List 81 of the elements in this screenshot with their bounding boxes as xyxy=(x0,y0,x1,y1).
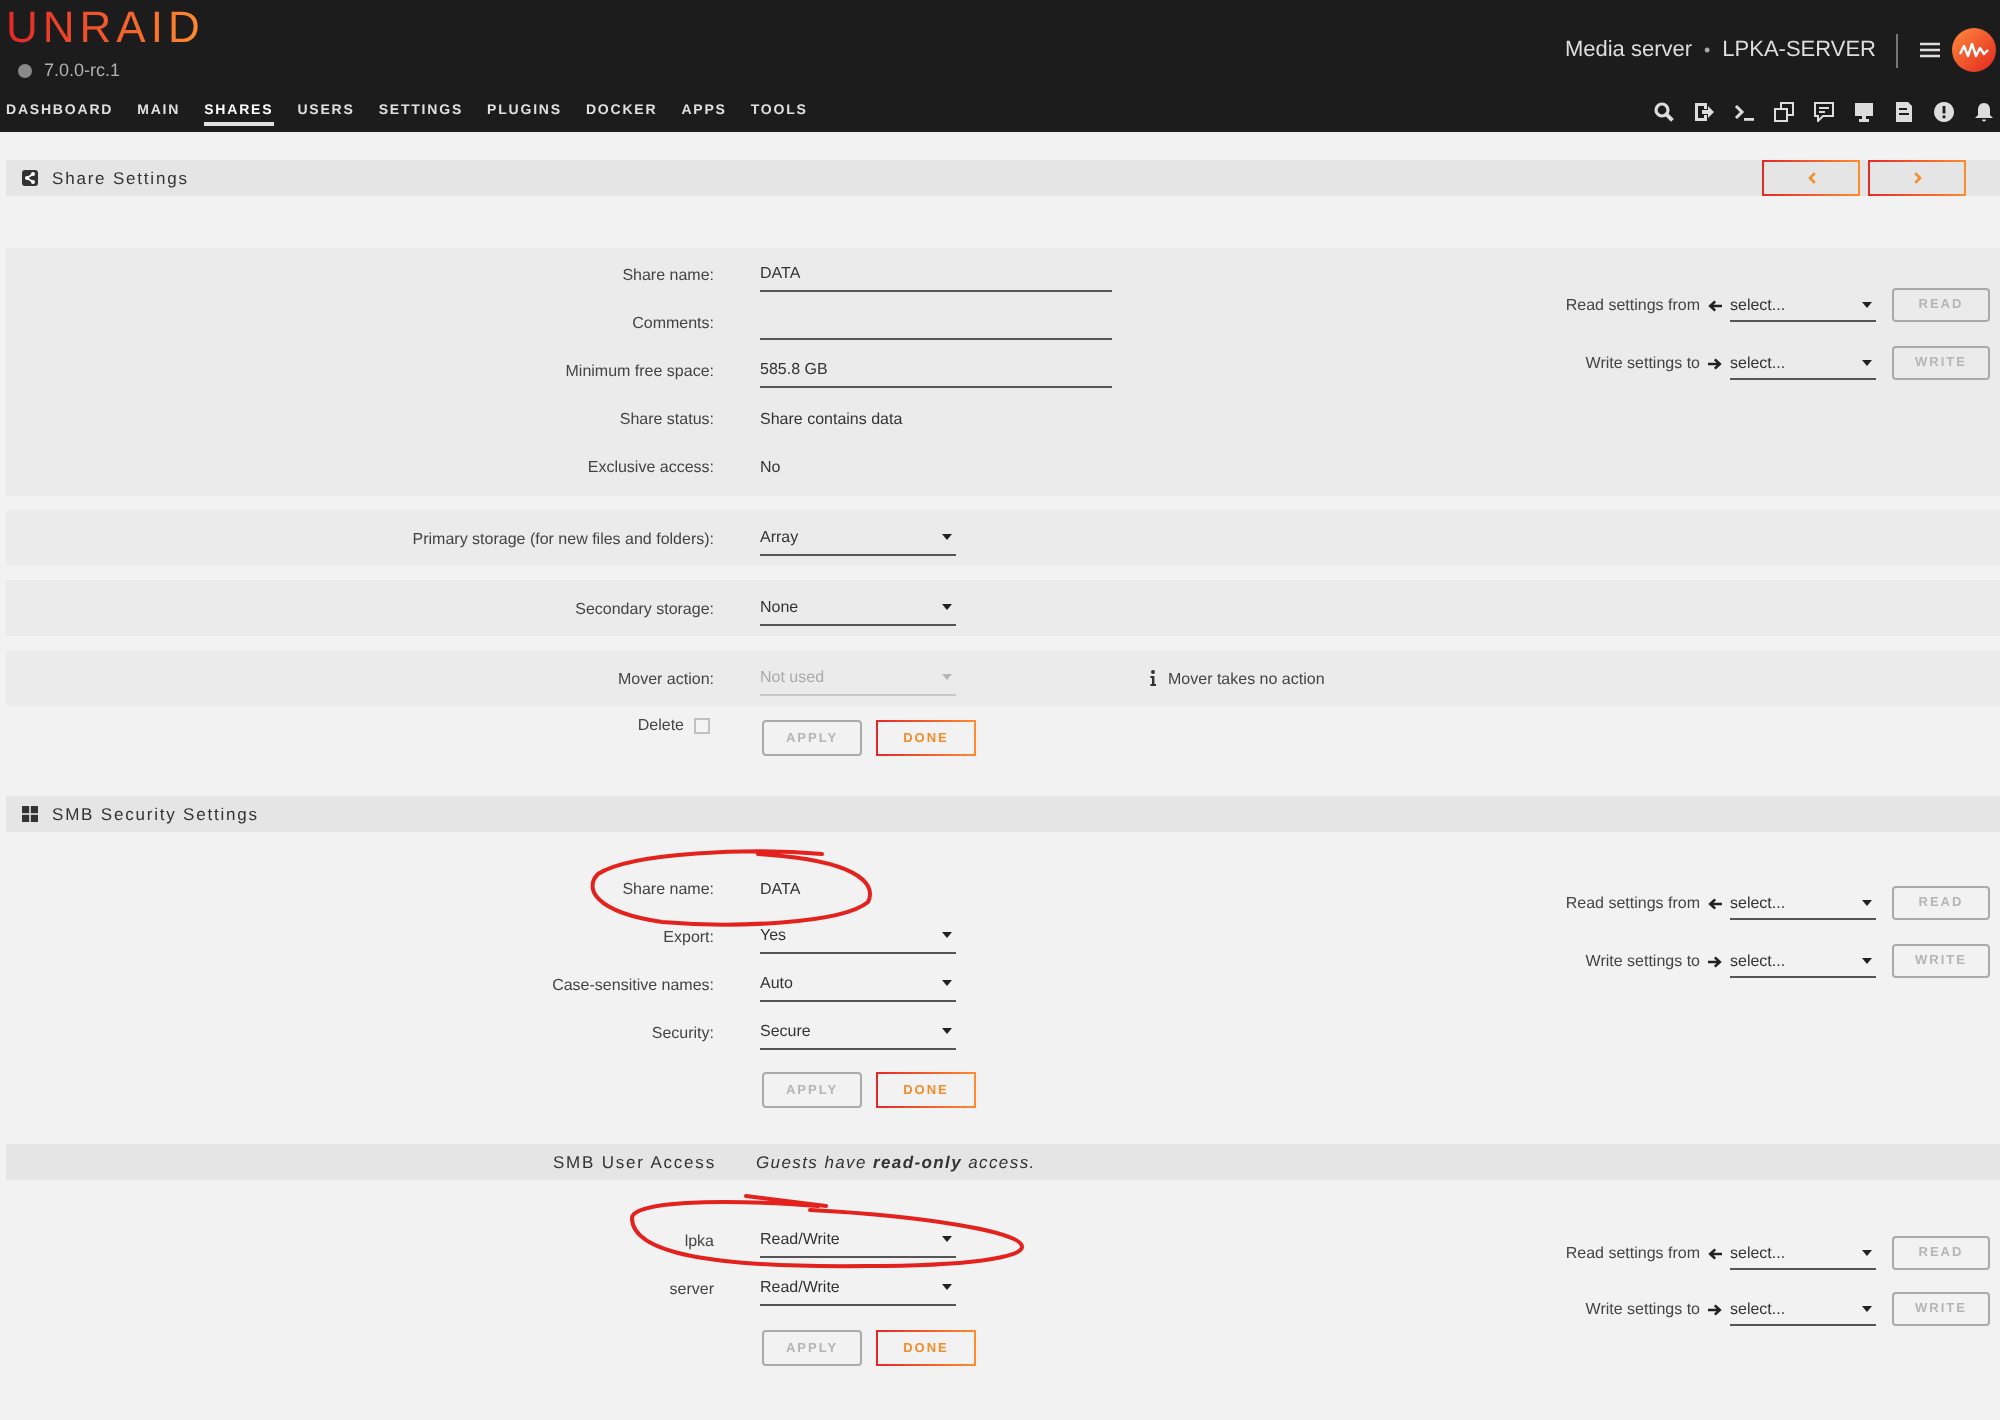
caret-down-icon xyxy=(1862,1249,1872,1255)
text-field[interactable]: 585.8 GB xyxy=(760,353,1112,387)
field-label: Security: xyxy=(651,1023,714,1041)
dropdown[interactable]: None xyxy=(760,591,956,625)
four-squares-icon xyxy=(22,806,38,822)
caret-down-icon xyxy=(1862,899,1872,905)
field-label: Share name: xyxy=(622,265,714,283)
checkbox-label: Delete xyxy=(637,716,684,734)
previous-button[interactable] xyxy=(1762,160,1860,196)
document-icon[interactable] xyxy=(1894,102,1914,122)
sign-out-icon[interactable] xyxy=(1694,102,1714,122)
caret-down-icon xyxy=(1862,359,1872,365)
version-label: 7.0.0-rc.1 xyxy=(44,60,121,80)
field-label: Export: xyxy=(663,927,714,945)
dropdown[interactable]: Read/Write xyxy=(760,1271,956,1305)
dropdown[interactable]: Read/Write xyxy=(760,1223,956,1257)
dropdown[interactable]: Yes xyxy=(760,919,956,953)
caret-down-icon xyxy=(942,1236,952,1242)
field-label: Exclusive access: xyxy=(587,457,714,475)
section-title: SMB Security Settings xyxy=(52,804,259,824)
dot-icon xyxy=(18,63,32,77)
monitor-icon[interactable] xyxy=(1854,102,1874,122)
arrow-left-icon xyxy=(1708,299,1722,311)
caret-down-icon xyxy=(942,674,952,680)
dropdown[interactable]: Secure xyxy=(760,1015,956,1049)
sync-label: Read settings from xyxy=(1565,894,1700,912)
caret-down-icon xyxy=(1862,957,1872,963)
checkbox[interactable] xyxy=(694,717,710,733)
field-label: server xyxy=(669,1279,714,1297)
field-label: Comments: xyxy=(632,313,714,331)
caret-down-icon xyxy=(942,534,952,540)
hint-text: Mover takes no action xyxy=(1168,669,1325,687)
copy-icon[interactable] xyxy=(1774,102,1794,122)
field-value: DATA xyxy=(760,879,801,897)
field-label: Case-sensitive names: xyxy=(552,975,714,993)
arrow-right-icon xyxy=(1708,357,1722,369)
arrow-left-icon xyxy=(1708,1247,1722,1259)
share-icon xyxy=(22,170,38,186)
caret-down-icon xyxy=(1862,1305,1872,1311)
text-field[interactable]: DATA xyxy=(760,257,1112,291)
info-icon xyxy=(1150,670,1156,686)
field-label: Share status: xyxy=(619,409,714,427)
field-label: Share name: xyxy=(622,879,714,897)
bullet-separator: • xyxy=(1704,40,1711,60)
bell-icon[interactable] xyxy=(1974,102,1994,122)
message-icon[interactable] xyxy=(1814,102,1834,122)
field-label: Mover action: xyxy=(617,669,714,687)
arrow-right-icon xyxy=(1708,955,1722,967)
field-value: No xyxy=(760,457,781,475)
arrow-right-icon xyxy=(1708,1303,1722,1315)
field-label: Primary storage (for new files and folders): xyxy=(412,529,714,547)
field-label: Minimum free space: xyxy=(565,361,714,379)
avatar-icon[interactable] xyxy=(1952,28,1996,72)
sync-label: Write settings to xyxy=(1585,952,1700,970)
caret-down-icon xyxy=(942,932,952,938)
field-value: Share contains data xyxy=(760,409,903,427)
chevron-left-icon xyxy=(1807,172,1815,184)
arrow-left-icon xyxy=(1708,897,1722,909)
field-label: lpka xyxy=(684,1231,714,1249)
chevron-right-icon xyxy=(1913,172,1921,184)
caret-down-icon xyxy=(942,1284,952,1290)
sync-label: Write settings to xyxy=(1585,354,1700,372)
caret-down-icon xyxy=(942,980,952,986)
sync-label: Read settings from xyxy=(1565,296,1700,314)
field-label: Secondary storage: xyxy=(575,599,714,617)
sync-label: Read settings from xyxy=(1565,1244,1700,1262)
search-icon[interactable] xyxy=(1654,102,1674,122)
caret-down-icon xyxy=(942,604,952,610)
caret-down-icon xyxy=(942,1028,952,1034)
access-note: Guests have read-only access. xyxy=(756,1152,1036,1172)
dropdown[interactable]: Array xyxy=(760,521,956,555)
section-title: SMB User Access xyxy=(552,1152,716,1172)
sync-label: Write settings to xyxy=(1585,1300,1700,1318)
server-description: Media server xyxy=(1564,38,1693,62)
caret-down-icon xyxy=(1862,301,1872,307)
menu-icon[interactable] xyxy=(1920,42,1940,58)
section-title: Share Settings xyxy=(52,168,189,188)
dropdown[interactable]: Auto xyxy=(760,967,956,1001)
server-name: LPKA-SERVER xyxy=(1722,38,1876,62)
terminal-icon[interactable] xyxy=(1734,102,1754,122)
next-button[interactable] xyxy=(1868,160,1966,196)
